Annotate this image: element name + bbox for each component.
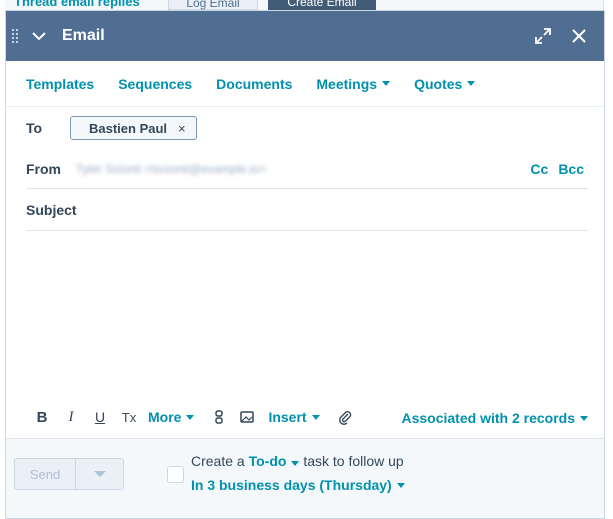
caret-down-icon	[580, 415, 588, 421]
more-dropdown[interactable]: More	[148, 409, 195, 425]
to-label: To	[26, 120, 43, 136]
associated-records-dropdown[interactable]: Associated with 2 records	[401, 410, 588, 426]
documents-button[interactable]: Documents	[216, 76, 292, 92]
link-icon[interactable]	[212, 410, 226, 424]
todo-type-dropdown[interactable]: To-do	[249, 453, 300, 469]
recipient-chip[interactable]: Bastien Paul ×	[70, 116, 197, 140]
composer-toolbar: Templates Sequences Documents Meetings Q…	[6, 61, 604, 107]
due-date-dropdown[interactable]: In 3 business days (Thursday)	[191, 477, 405, 493]
italic-button[interactable]: I	[61, 409, 81, 426]
caret-down-icon	[93, 471, 106, 477]
to-row: To Bastien Paul ×	[26, 107, 588, 149]
meetings-dropdown[interactable]: Meetings	[316, 76, 391, 92]
subject-label: Subject	[26, 201, 77, 218]
caret-down-icon	[467, 81, 476, 86]
templates-button[interactable]: Templates	[26, 76, 94, 92]
recipient-name: Bastien Paul	[89, 120, 168, 136]
send-button[interactable]: Send	[15, 459, 76, 489]
from-label: From	[26, 160, 61, 177]
insert-dropdown[interactable]: Insert	[268, 409, 320, 425]
subject-row: Subject	[26, 189, 588, 231]
send-options-button[interactable]	[76, 459, 123, 489]
attachment-icon[interactable]	[338, 409, 352, 425]
composer-title: Email	[62, 27, 105, 44]
from-address[interactable]: Tyler Scionti <tscionti@example.io>	[76, 162, 266, 176]
format-toolbar: B I U Tx More Insert Associated with 2 r…	[32, 401, 588, 433]
create-todo-checkbox[interactable]	[167, 466, 184, 483]
caret-down-icon	[311, 414, 320, 420]
bcc-link[interactable]: Bcc	[558, 161, 584, 177]
email-body-editor[interactable]	[26, 231, 588, 401]
close-icon	[572, 29, 586, 43]
drag-handle-icon[interactable]	[12, 25, 20, 47]
create-todo-text: Create a To-do task to follow up	[191, 453, 404, 469]
tab-thread-email-replies[interactable]: Thread email replies	[4, 0, 150, 10]
expand-icon	[535, 28, 551, 44]
cc-bcc-links: Cc Bcc	[520, 161, 584, 177]
cc-link[interactable]: Cc	[530, 161, 548, 177]
sequences-button[interactable]: Sequences	[118, 76, 192, 92]
chevron-down-icon[interactable]	[30, 27, 48, 45]
from-row: From Tyler Scionti <tscionti@example.io>…	[26, 149, 588, 189]
clear-format-button[interactable]: Tx	[119, 410, 139, 425]
email-composer: Email Templates Sequences Documents Meet…	[5, 10, 605, 519]
caret-down-icon	[382, 81, 391, 86]
bold-button[interactable]: B	[32, 409, 52, 426]
expand-button[interactable]	[532, 25, 554, 47]
remove-recipient-icon[interactable]: ×	[178, 121, 186, 136]
image-icon[interactable]	[240, 410, 255, 424]
caret-down-icon	[291, 461, 300, 466]
caret-down-icon	[186, 414, 195, 420]
composer-header[interactable]: Email	[6, 11, 604, 61]
tab-log-email[interactable]: Log Email	[168, 0, 258, 10]
quotes-dropdown[interactable]: Quotes	[414, 76, 476, 92]
composer-footer: Send Create a To-do task to follow up In…	[6, 438, 604, 518]
close-button[interactable]	[568, 25, 590, 47]
underline-button[interactable]: U	[90, 409, 110, 425]
send-button-group: Send	[14, 458, 124, 490]
subject-input[interactable]	[86, 201, 588, 218]
caret-down-icon	[396, 482, 405, 488]
tab-create-email[interactable]: Create Email	[268, 0, 376, 10]
